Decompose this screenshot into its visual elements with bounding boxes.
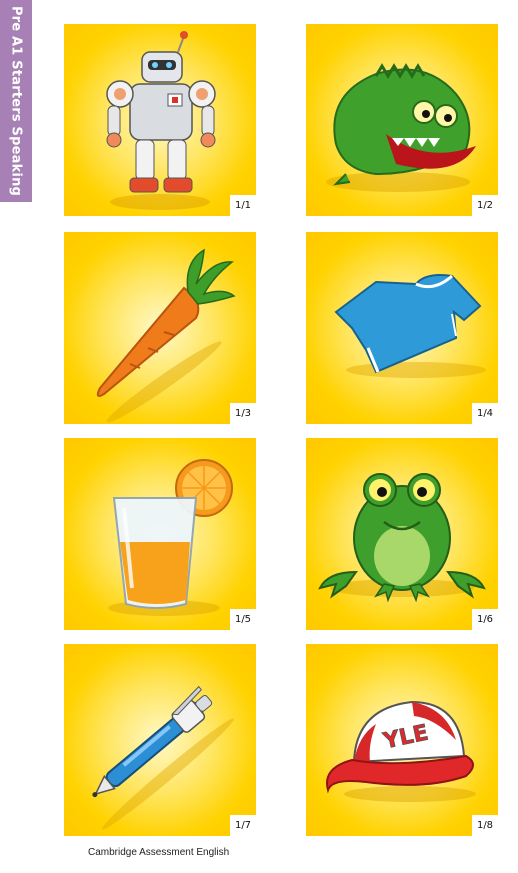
- card-number: 1/2: [472, 195, 498, 216]
- picture-card-tshirt: 1/4: [306, 232, 498, 424]
- footer-text: Cambridge Assessment English: [88, 847, 230, 858]
- carrot-icon: [96, 248, 236, 423]
- picture-card-carrot: 1/3: [64, 232, 256, 424]
- juice-icon: [108, 459, 233, 616]
- picture-card-crocodile: 1/2: [306, 24, 498, 216]
- card-number: 1/6: [472, 609, 498, 630]
- picture-card-frog: 1/6: [306, 438, 498, 630]
- picture-card-robot: 1/1: [64, 24, 256, 216]
- card-number: 1/5: [230, 609, 256, 630]
- tshirt-icon: [334, 274, 486, 378]
- card-number: 1/4: [472, 403, 498, 424]
- robot-icon: [106, 31, 216, 210]
- pen-icon: [92, 685, 234, 830]
- card-number: 1/1: [230, 195, 256, 216]
- frog-icon: [318, 473, 486, 603]
- card-number: 1/3: [230, 403, 256, 424]
- side-tab-label: Pre A1 Starters Speaking: [8, 5, 24, 197]
- card-number: 1/8: [472, 815, 498, 836]
- cap-icon: YLE: [326, 700, 476, 802]
- side-tab: Pre A1 Starters Speaking: [0, 0, 32, 202]
- picture-card-pen: 1/7: [64, 644, 256, 836]
- card-number: 1/7: [230, 815, 256, 836]
- crocodile-icon: [326, 63, 476, 192]
- picture-card-orange-juice: 1/5: [64, 438, 256, 630]
- picture-card-cap: YLE 1/8: [306, 644, 498, 836]
